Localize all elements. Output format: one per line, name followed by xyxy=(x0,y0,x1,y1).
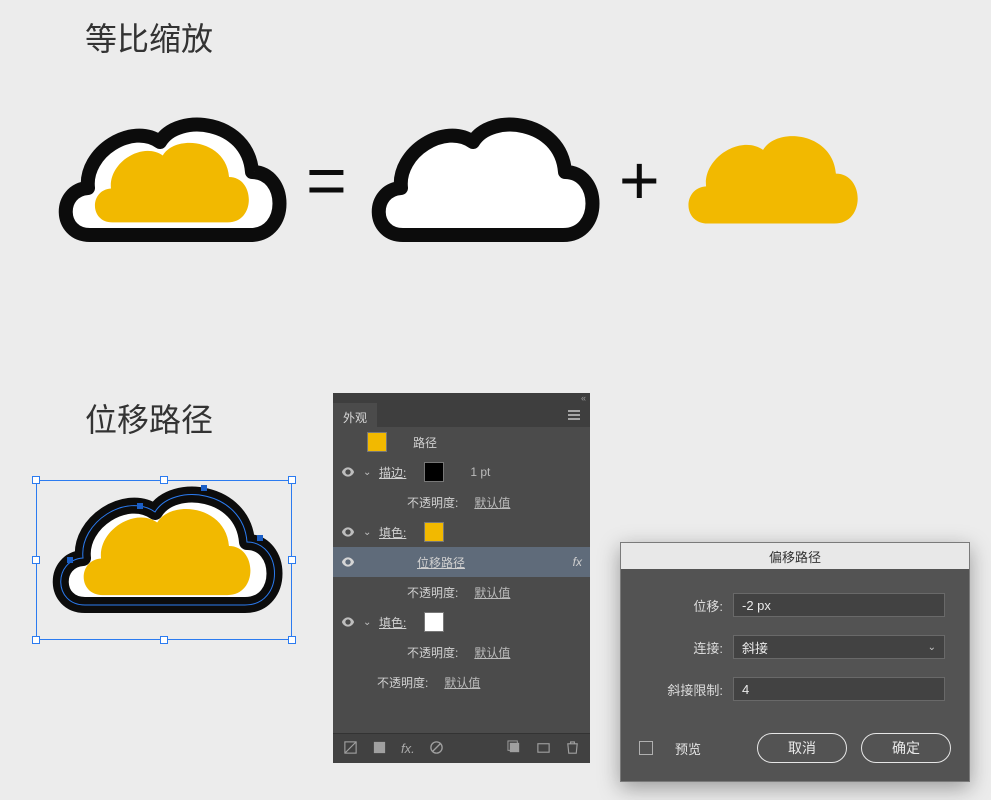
offset-input[interactable]: -2 px xyxy=(733,593,945,617)
appearance-panel: « 外观 路径 ⌄ 描边: 1 pt 不透明度: 默认值 ⌄ 填色: xyxy=(333,393,590,763)
equals-operator: = xyxy=(306,140,347,220)
join-label: 连接: xyxy=(645,638,723,657)
handle-nw[interactable] xyxy=(32,476,40,484)
heading-offset-path: 位移路径 xyxy=(85,395,213,441)
appearance-target-row[interactable]: 路径 xyxy=(333,427,590,457)
object-opacity-row[interactable]: 不透明度: 默认值 xyxy=(333,667,590,697)
handle-s[interactable] xyxy=(160,636,168,644)
collapse-caret-icon[interactable]: ⌄ xyxy=(363,467,373,478)
fx-indicator: fx xyxy=(573,555,582,569)
opacity-label: 不透明度: xyxy=(407,644,458,661)
clear-icon[interactable] xyxy=(429,740,444,758)
anchor-point[interactable] xyxy=(137,503,143,509)
opacity-value[interactable]: 默认值 xyxy=(474,644,510,661)
cloud-combined-icon xyxy=(50,80,290,280)
target-swatch-icon xyxy=(367,432,387,452)
heading-proportional-scale: 等比缩放 xyxy=(85,14,213,60)
handle-w[interactable] xyxy=(32,556,40,564)
anchor-point[interactable] xyxy=(201,485,207,491)
cloud-equation-row: = + xyxy=(50,80,866,280)
cloud-yellow-icon xyxy=(676,100,866,260)
visibility-eye-icon[interactable] xyxy=(339,463,357,481)
offset-path-effect-row[interactable]: 位移路径 fx xyxy=(333,547,590,577)
new-fill-icon[interactable] xyxy=(507,740,522,758)
opacity-label: 不透明度: xyxy=(377,674,428,691)
opacity-value[interactable]: 默认值 xyxy=(474,494,510,511)
miter-limit-label: 斜接限制: xyxy=(645,680,723,699)
fill-swatch-icon[interactable] xyxy=(424,522,444,542)
join-value: 斜接 xyxy=(742,638,768,657)
stroke-swatch-icon[interactable] xyxy=(424,462,444,482)
opacity-label: 不透明度: xyxy=(407,584,458,601)
offset-path-effect-label[interactable]: 位移路径 xyxy=(417,554,465,571)
handle-ne[interactable] xyxy=(288,476,296,484)
panel-menu-icon[interactable] xyxy=(558,403,590,427)
fill-swatch-icon[interactable] xyxy=(424,612,444,632)
ok-button[interactable]: 确定 xyxy=(861,733,951,763)
stroke-weight-value[interactable]: 1 pt xyxy=(470,465,490,479)
offset-label: 位移: xyxy=(645,596,723,615)
offset-path-dialog: 偏移路径 位移: -2 px 连接: 斜接 ⌄ 斜接限制: 4 预览 取消 确定 xyxy=(620,542,970,782)
dialog-title: 偏移路径 xyxy=(621,543,969,569)
miter-limit-value: 4 xyxy=(742,682,749,697)
collapse-caret-icon[interactable]: ⌄ xyxy=(363,617,373,628)
new-stroke-icon[interactable] xyxy=(536,740,551,758)
handle-n[interactable] xyxy=(160,476,168,484)
visibility-eye-icon[interactable] xyxy=(339,523,357,541)
handle-se[interactable] xyxy=(288,636,296,644)
anchor-point[interactable] xyxy=(67,557,73,563)
clear-appearance-icon[interactable] xyxy=(372,740,387,758)
no-selection-icon[interactable] xyxy=(343,740,358,758)
trash-icon[interactable] xyxy=(565,740,580,758)
handle-e[interactable] xyxy=(288,556,296,564)
plus-operator: + xyxy=(619,140,660,220)
stroke-label[interactable]: 描边: xyxy=(379,464,406,481)
cloud-outline-icon xyxy=(363,80,603,280)
stroke-opacity-row[interactable]: 不透明度: 默认值 xyxy=(333,487,590,517)
preview-checkbox[interactable] xyxy=(639,741,653,755)
selection-bounding-box[interactable] xyxy=(36,480,292,640)
collapse-icon[interactable]: « xyxy=(581,393,586,403)
opacity-value[interactable]: 默认值 xyxy=(444,674,480,691)
opacity-label: 不透明度: xyxy=(407,494,458,511)
offset-value: -2 px xyxy=(742,598,771,613)
fx-menu-icon[interactable]: fx. xyxy=(401,741,415,756)
panel-collapse-bar[interactable]: « xyxy=(333,393,590,403)
selected-cloud-artboard[interactable] xyxy=(30,460,300,660)
appearance-fill2-row[interactable]: ⌄ 填色: xyxy=(333,607,590,637)
preview-label: 预览 xyxy=(675,739,701,758)
collapse-caret-icon[interactable]: ⌄ xyxy=(363,527,373,538)
fill-label[interactable]: 填色: xyxy=(379,524,406,541)
tab-appearance[interactable]: 外观 xyxy=(333,403,377,427)
fill2-opacity-row[interactable]: 不透明度: 默认值 xyxy=(333,637,590,667)
target-label: 路径 xyxy=(413,434,437,451)
appearance-stroke-row[interactable]: ⌄ 描边: 1 pt xyxy=(333,457,590,487)
opacity-value[interactable]: 默认值 xyxy=(474,584,510,601)
appearance-fill1-row[interactable]: ⌄ 填色: xyxy=(333,517,590,547)
fill-label[interactable]: 填色: xyxy=(379,614,406,631)
appearance-panel-footer: fx. xyxy=(333,733,590,763)
chevron-down-icon: ⌄ xyxy=(928,642,936,653)
cancel-button[interactable]: 取消 xyxy=(757,733,847,763)
join-select[interactable]: 斜接 ⌄ xyxy=(733,635,945,659)
visibility-eye-icon[interactable] xyxy=(339,553,357,571)
visibility-eye-icon[interactable] xyxy=(339,613,357,631)
anchor-point[interactable] xyxy=(257,535,263,541)
handle-sw[interactable] xyxy=(32,636,40,644)
miter-limit-input[interactable]: 4 xyxy=(733,677,945,701)
fill1-opacity-row[interactable]: 不透明度: 默认值 xyxy=(333,577,590,607)
